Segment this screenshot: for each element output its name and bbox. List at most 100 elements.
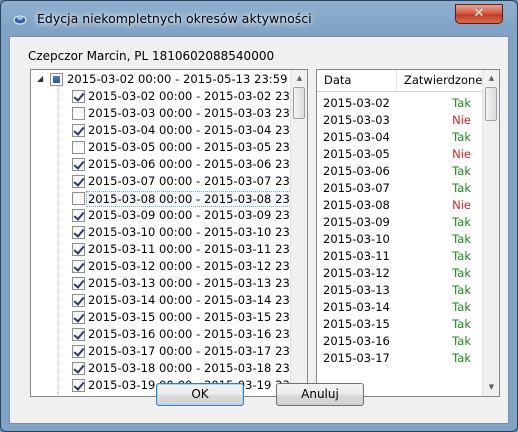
table-row[interactable]: 2015-03-14 Tak — [317, 299, 483, 316]
item-checkbox[interactable] — [72, 124, 85, 137]
item-checkbox[interactable] — [72, 328, 85, 341]
table-scrollbar[interactable]: ▲ ▼ — [482, 70, 499, 396]
collapse-arrow-icon[interactable]: ◢ — [37, 74, 46, 83]
item-checkbox[interactable] — [72, 141, 85, 154]
item-checkbox[interactable] — [72, 345, 85, 358]
cell-date: 2015-03-06 — [323, 164, 390, 178]
cell-date: 2015-03-08 — [323, 198, 390, 212]
table-row[interactable]: 2015-03-12 Tak — [317, 265, 483, 282]
cell-date: 2015-03-15 — [323, 317, 390, 331]
scroll-thumb[interactable] — [485, 87, 497, 121]
cell-date: 2015-03-17 — [323, 351, 390, 365]
table-row[interactable]: 2015-03-17 Tak — [317, 350, 483, 367]
item-checkbox[interactable] — [72, 226, 85, 239]
cell-approved: Tak — [452, 300, 471, 314]
cell-date: 2015-03-05 — [323, 147, 390, 161]
table-row[interactable]: 2015-03-08 Nie — [317, 197, 483, 214]
column-header-date[interactable]: Data — [317, 70, 397, 92]
item-label: 2015-03-09 00:00 - 2015-03-09 23:59 — [88, 208, 308, 222]
table-row[interactable]: 2015-03-02 Tak — [317, 95, 483, 112]
dialog-body: Czepczor Marcin, PL 1810602088540000 ◢ 2… — [9, 36, 509, 424]
table-row[interactable]: 2015-03-11 Tak — [317, 248, 483, 265]
cell-date: 2015-03-09 — [323, 215, 390, 229]
cell-approved: Tak — [452, 96, 471, 110]
cell-approved: Nie — [452, 113, 471, 127]
table-row[interactable]: 2015-03-07 Tak — [317, 180, 483, 197]
item-checkbox[interactable] — [72, 260, 85, 273]
item-label: 2015-03-05 00:00 - 2015-03-05 23:59 — [88, 140, 308, 154]
title-bar[interactable]: Edycja niekompletnych okresów aktywności… — [1, 1, 517, 35]
cell-date: 2015-03-02 — [323, 96, 390, 110]
cell-approved: Tak — [452, 334, 471, 348]
cell-approved: Tak — [452, 249, 471, 263]
table-row[interactable]: 2015-03-06 Tak — [317, 163, 483, 180]
cell-approved: Tak — [452, 351, 471, 365]
cancel-button[interactable]: Anuluj — [276, 383, 364, 406]
item-label: 2015-03-03 00:00 - 2015-03-03 23:59 — [88, 106, 308, 120]
item-checkbox[interactable] — [72, 243, 85, 256]
root-checkbox[interactable] — [50, 73, 63, 86]
ok-button[interactable]: OK — [156, 383, 244, 406]
item-label: 2015-03-08 00:00 - 2015-03-08 23:59 — [86, 191, 307, 207]
item-checkbox[interactable] — [72, 209, 85, 222]
item-checkbox[interactable] — [72, 294, 85, 307]
cell-approved: Tak — [452, 266, 471, 280]
item-label: 2015-03-12 00:00 - 2015-03-12 23:59 — [88, 259, 308, 273]
item-label: 2015-03-18 00:00 - 2015-03-18 23:59 — [88, 361, 308, 375]
period-tree[interactable]: ◢ 2015-03-02 00:00 - 2015-05-13 23:59 20… — [30, 69, 308, 397]
cell-date: 2015-03-04 — [323, 130, 390, 144]
tree-scrollbar[interactable]: ▲ ▼ — [290, 70, 307, 396]
item-label: 2015-03-10 00:00 - 2015-03-10 23:59 — [88, 225, 308, 239]
item-checkbox[interactable] — [72, 379, 85, 392]
item-label: 2015-03-15 00:00 - 2015-03-15 23:59 — [88, 310, 308, 324]
cell-approved: Nie — [452, 147, 471, 161]
cell-date: 2015-03-13 — [323, 283, 390, 297]
scroll-up-arrow-icon[interactable]: ▲ — [291, 70, 307, 87]
item-checkbox[interactable] — [72, 362, 85, 375]
item-label: 2015-03-17 00:00 - 2015-03-17 23:59 — [88, 344, 308, 358]
scroll-down-arrow-icon[interactable]: ▼ — [483, 379, 499, 396]
table-row[interactable]: 2015-03-16 Tak — [317, 333, 483, 350]
table-row[interactable]: 2015-03-10 Tak — [317, 231, 483, 248]
cell-date: 2015-03-12 — [323, 266, 390, 280]
cell-approved: Tak — [452, 164, 471, 178]
table-row[interactable]: 2015-03-03 Nie — [317, 112, 483, 129]
window-title: Edycja niekompletnych okresów aktywności — [37, 11, 312, 26]
cell-date: 2015-03-14 — [323, 300, 390, 314]
item-label: 2015-03-13 00:00 - 2015-03-13 23:59 — [88, 276, 308, 290]
cell-date: 2015-03-11 — [323, 249, 390, 263]
scroll-up-arrow-icon[interactable]: ▲ — [483, 70, 499, 87]
item-label: 2015-03-04 00:00 - 2015-03-04 23:59 — [88, 123, 308, 137]
table-row[interactable]: 2015-03-09 Tak — [317, 214, 483, 231]
employee-label: Czepczor Marcin, PL 1810602088540000 — [28, 49, 275, 63]
cell-approved: Nie — [452, 198, 471, 212]
table-row[interactable]: 2015-03-05 Nie — [317, 146, 483, 163]
item-checkbox[interactable] — [72, 277, 85, 290]
cell-date: 2015-03-03 — [323, 113, 390, 127]
item-checkbox[interactable] — [72, 90, 85, 103]
item-checkbox[interactable] — [72, 107, 85, 120]
item-label: 2015-03-06 00:00 - 2015-03-06 23:59 — [88, 157, 308, 171]
item-label: 2015-03-14 00:00 - 2015-03-14 23:59 — [88, 293, 308, 307]
cell-approved: Tak — [452, 215, 471, 229]
item-checkbox[interactable] — [72, 158, 85, 171]
item-label: 2015-03-16 00:00 - 2015-03-16 23:59 — [88, 327, 308, 341]
root-label: 2015-03-02 00:00 - 2015-05-13 23:59 — [67, 72, 288, 86]
table-row[interactable]: 2015-03-15 Tak — [317, 316, 483, 333]
item-label: 2015-03-02 00:00 - 2015-03-02 23:59 — [88, 89, 308, 103]
column-header-approved[interactable]: Zatwierdzone — [397, 70, 483, 92]
close-button[interactable]: ✕ — [455, 4, 503, 24]
app-icon — [13, 15, 27, 25]
approval-table[interactable]: Data Zatwierdzone 2015-03-02 Tak 2015-03-0… — [316, 69, 500, 397]
table-row[interactable]: 2015-03-04 Tak — [317, 129, 483, 146]
cell-approved: Tak — [452, 232, 471, 246]
cell-approved: Tak — [452, 181, 471, 195]
item-checkbox[interactable] — [72, 175, 85, 188]
cell-approved: Tak — [452, 317, 471, 331]
item-checkbox[interactable] — [72, 192, 85, 205]
scroll-thumb[interactable] — [293, 87, 305, 119]
table-row[interactable]: 2015-03-13 Tak — [317, 282, 483, 299]
cell-approved: Tak — [452, 283, 471, 297]
item-checkbox[interactable] — [72, 311, 85, 324]
cell-date: 2015-03-07 — [323, 181, 390, 195]
